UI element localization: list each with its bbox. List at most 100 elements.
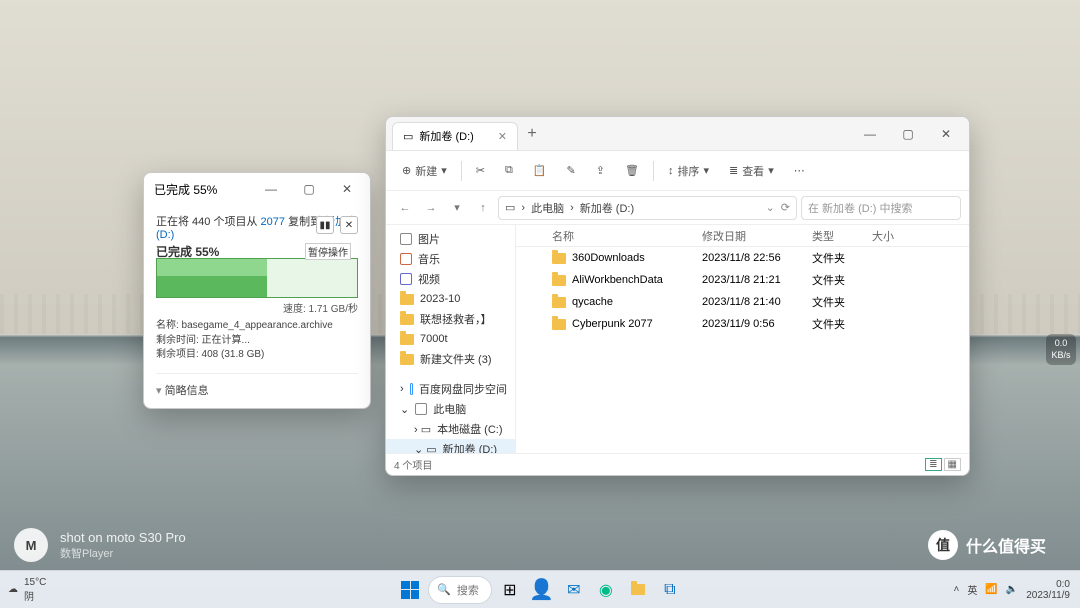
explorer-toolbar: ⊕ 新建 ▾ ✂ ⧉ 📋 ✎ ⇪ 🗑 ↕ 排序 ▾ ≣ 查看 ▾ ⋯ xyxy=(386,151,969,191)
sidebar-item-lenovo[interactable]: 联想拯救者，】 xyxy=(386,309,515,329)
cut-button[interactable]: ✂ xyxy=(468,160,493,181)
site-watermark: 值 什么值得买 xyxy=(928,530,1046,560)
copy-close-button[interactable]: ✕ xyxy=(328,173,366,205)
sidebar-item-7000t[interactable]: 7000t xyxy=(386,329,515,349)
file-list[interactable]: 名称 修改日期 类型 大小 360Downloads2023/11/8 22:5… xyxy=(516,225,969,453)
folder-icon xyxy=(400,334,414,345)
pc-icon xyxy=(415,403,427,415)
copy-maximize-button[interactable]: ▢ xyxy=(290,173,328,205)
moto-logo-icon: M xyxy=(14,528,48,562)
refresh-icon[interactable]: ⟳ xyxy=(781,201,790,214)
tab-title: 新加卷 (D:) xyxy=(419,128,473,144)
explorer-tab-active[interactable]: ▭ 新加卷 (D:) ✕ xyxy=(392,122,518,150)
clock[interactable]: 0:02023/11/9 xyxy=(1026,579,1070,601)
chevron-down-icon[interactable]: ⌄ xyxy=(766,201,775,214)
taskbar-search[interactable]: 🔍搜索 xyxy=(428,576,492,604)
nav-recent-button[interactable]: ▾ xyxy=(446,197,468,219)
copy-minimize-button[interactable]: — xyxy=(252,173,290,205)
file-row[interactable]: AliWorkbenchData2023/11/8 21:21文件夹 xyxy=(516,269,969,291)
taskbar-app-store[interactable]: ⧉ xyxy=(656,576,684,604)
moto-line1: shot on moto S30 Pro xyxy=(60,530,186,545)
col-type[interactable]: 类型 xyxy=(806,228,866,244)
col-date[interactable]: 修改日期 xyxy=(696,228,806,244)
sidebar-item-2023-10[interactable]: 2023-10 xyxy=(386,289,515,309)
more-button[interactable]: ⋯ xyxy=(786,160,813,181)
copy-titlebar[interactable]: 已完成 55% — ▢ ✕ xyxy=(144,173,370,205)
item-count: 4 个项目 xyxy=(394,457,432,472)
nav-forward-button[interactable]: → xyxy=(420,197,442,219)
file-row[interactable]: qycache2023/11/8 21:40文件夹 xyxy=(516,291,969,313)
pictures-icon xyxy=(400,233,412,245)
copy-speed: 速度: 1.71 GB/秒 xyxy=(156,300,358,315)
share-button[interactable]: ⇪ xyxy=(588,160,613,181)
sort-button[interactable]: ↕ 排序 ▾ xyxy=(660,159,717,183)
sidebar-item-video[interactable]: 视频 xyxy=(386,269,515,289)
taskbar-app-edge[interactable]: ◉ xyxy=(592,576,620,604)
folder-icon xyxy=(552,297,566,308)
ime-indicator[interactable]: 英 xyxy=(967,582,977,597)
crumb-drive[interactable]: 新加卷 (D:) xyxy=(580,200,634,216)
folder-icon xyxy=(552,275,566,286)
start-button[interactable] xyxy=(396,576,424,604)
copy-meta: 名称: basegame_4_appearance.archive 剩余时间: … xyxy=(156,319,358,363)
taskbar[interactable]: ☁ 15°C阴 🔍搜索 ⊞ 👤 ✉ ◉ ⧉ ˄ 英 📶 🔈 0:02023/11… xyxy=(0,570,1080,608)
wifi-icon[interactable]: 📶 xyxy=(985,584,997,595)
copy-title: 已完成 55% xyxy=(154,181,217,198)
explorer-close-button[interactable]: ✕ xyxy=(927,118,965,150)
view-details-icon[interactable]: ≣ xyxy=(925,458,941,471)
cloud-icon xyxy=(410,383,413,395)
copy-details-toggle[interactable]: 简略信息 xyxy=(156,373,358,398)
file-row[interactable]: 360Downloads2023/11/8 22:56文件夹 xyxy=(516,247,969,269)
new-button[interactable]: ⊕ 新建 ▾ xyxy=(394,159,455,183)
view-large-icon[interactable]: ▦ xyxy=(944,458,961,471)
sidebar-item-newfolder[interactable]: 新建文件夹 (3) xyxy=(386,349,515,369)
volume-icon[interactable]: 🔈 xyxy=(1006,584,1018,595)
copy-progress-window[interactable]: 已完成 55% — ▢ ✕ 正在将 440 个项目从 2077 复制到 新加卷 … xyxy=(143,172,371,409)
sidebar-item-thispc[interactable]: ⌄ 此电脑 xyxy=(386,399,515,419)
folder-icon xyxy=(400,354,414,365)
moto-line2: 数智Player xyxy=(60,545,186,561)
weather-widget[interactable]: ☁ 15°C阴 xyxy=(8,577,46,603)
taskbar-app-mail[interactable]: ✉ xyxy=(560,576,588,604)
copy-src-link[interactable]: 2077 xyxy=(261,216,285,228)
search-input[interactable]: 在 新加卷 (D:) 中搜索 xyxy=(801,196,961,220)
drive-icon: ▭ xyxy=(505,201,515,214)
rename-button[interactable]: ✎ xyxy=(559,160,584,181)
explorer-sidebar[interactable]: 图片 音乐 视频 2023-10 联想拯救者，】 7000t 新建文件夹 (3)… xyxy=(386,225,516,453)
video-icon xyxy=(400,273,412,285)
crumb-thispc[interactable]: 此电脑 xyxy=(531,200,564,216)
sidebar-item-cdrive[interactable]: › ▭ 本地磁盘 (C:) xyxy=(386,419,515,439)
folder-icon xyxy=(400,294,414,305)
taskbar-app-avatar[interactable]: 👤 xyxy=(528,576,556,604)
tab-close-icon[interactable]: ✕ xyxy=(498,130,507,143)
nav-back-button[interactable]: ← xyxy=(394,197,416,219)
explorer-maximize-button[interactable]: ▢ xyxy=(889,118,927,150)
sidebar-item-baidu[interactable]: › 百度网盘同步空间 xyxy=(386,379,515,399)
copy-button[interactable]: ⧉ xyxy=(497,160,521,181)
sidebar-item-pictures[interactable]: 图片 xyxy=(386,229,515,249)
address-bar[interactable]: ▭ › 此电脑 › 新加卷 (D:) ⌄ ⟳ xyxy=(498,196,797,220)
sidebar-item-ddrive[interactable]: ⌄ ▭ 新加卷 (D:) xyxy=(386,439,515,453)
paste-button[interactable]: 📋 xyxy=(525,160,555,181)
explorer-window[interactable]: ▭ 新加卷 (D:) ✕ + — ▢ ✕ ⊕ 新建 ▾ ✂ ⧉ 📋 ✎ ⇪ 🗑 … xyxy=(385,116,970,476)
copy-cancel-button[interactable]: ✕ xyxy=(340,216,358,234)
system-tray[interactable]: ˄ 英 📶 🔈 0:02023/11/9 xyxy=(954,579,1071,601)
tray-chevron-icon[interactable]: ˄ xyxy=(954,584,960,595)
new-tab-button[interactable]: + xyxy=(518,125,546,143)
sidebar-item-music[interactable]: 音乐 xyxy=(386,249,515,269)
explorer-minimize-button[interactable]: — xyxy=(851,118,889,150)
netspeed-widget[interactable]: 0.0 KB/s xyxy=(1046,334,1076,365)
col-name[interactable]: 名称 xyxy=(546,228,696,244)
task-view-button[interactable]: ⊞ xyxy=(496,576,524,604)
column-headers[interactable]: 名称 修改日期 类型 大小 xyxy=(516,225,969,247)
taskbar-app-explorer[interactable] xyxy=(624,576,652,604)
camera-watermark: M shot on moto S30 Pro 数智Player xyxy=(14,528,186,562)
delete-button[interactable]: 🗑 xyxy=(617,160,647,181)
smzdm-logo-icon: 值 xyxy=(928,530,958,560)
folder-icon xyxy=(400,314,414,325)
file-row[interactable]: Cyberpunk 20772023/11/9 0:56文件夹 xyxy=(516,313,969,335)
nav-up-button[interactable]: ↑ xyxy=(472,197,494,219)
col-size[interactable]: 大小 xyxy=(866,228,916,244)
copy-pause-button[interactable]: ▮▮ xyxy=(316,216,334,234)
view-button[interactable]: ≣ 查看 ▾ xyxy=(721,159,782,183)
